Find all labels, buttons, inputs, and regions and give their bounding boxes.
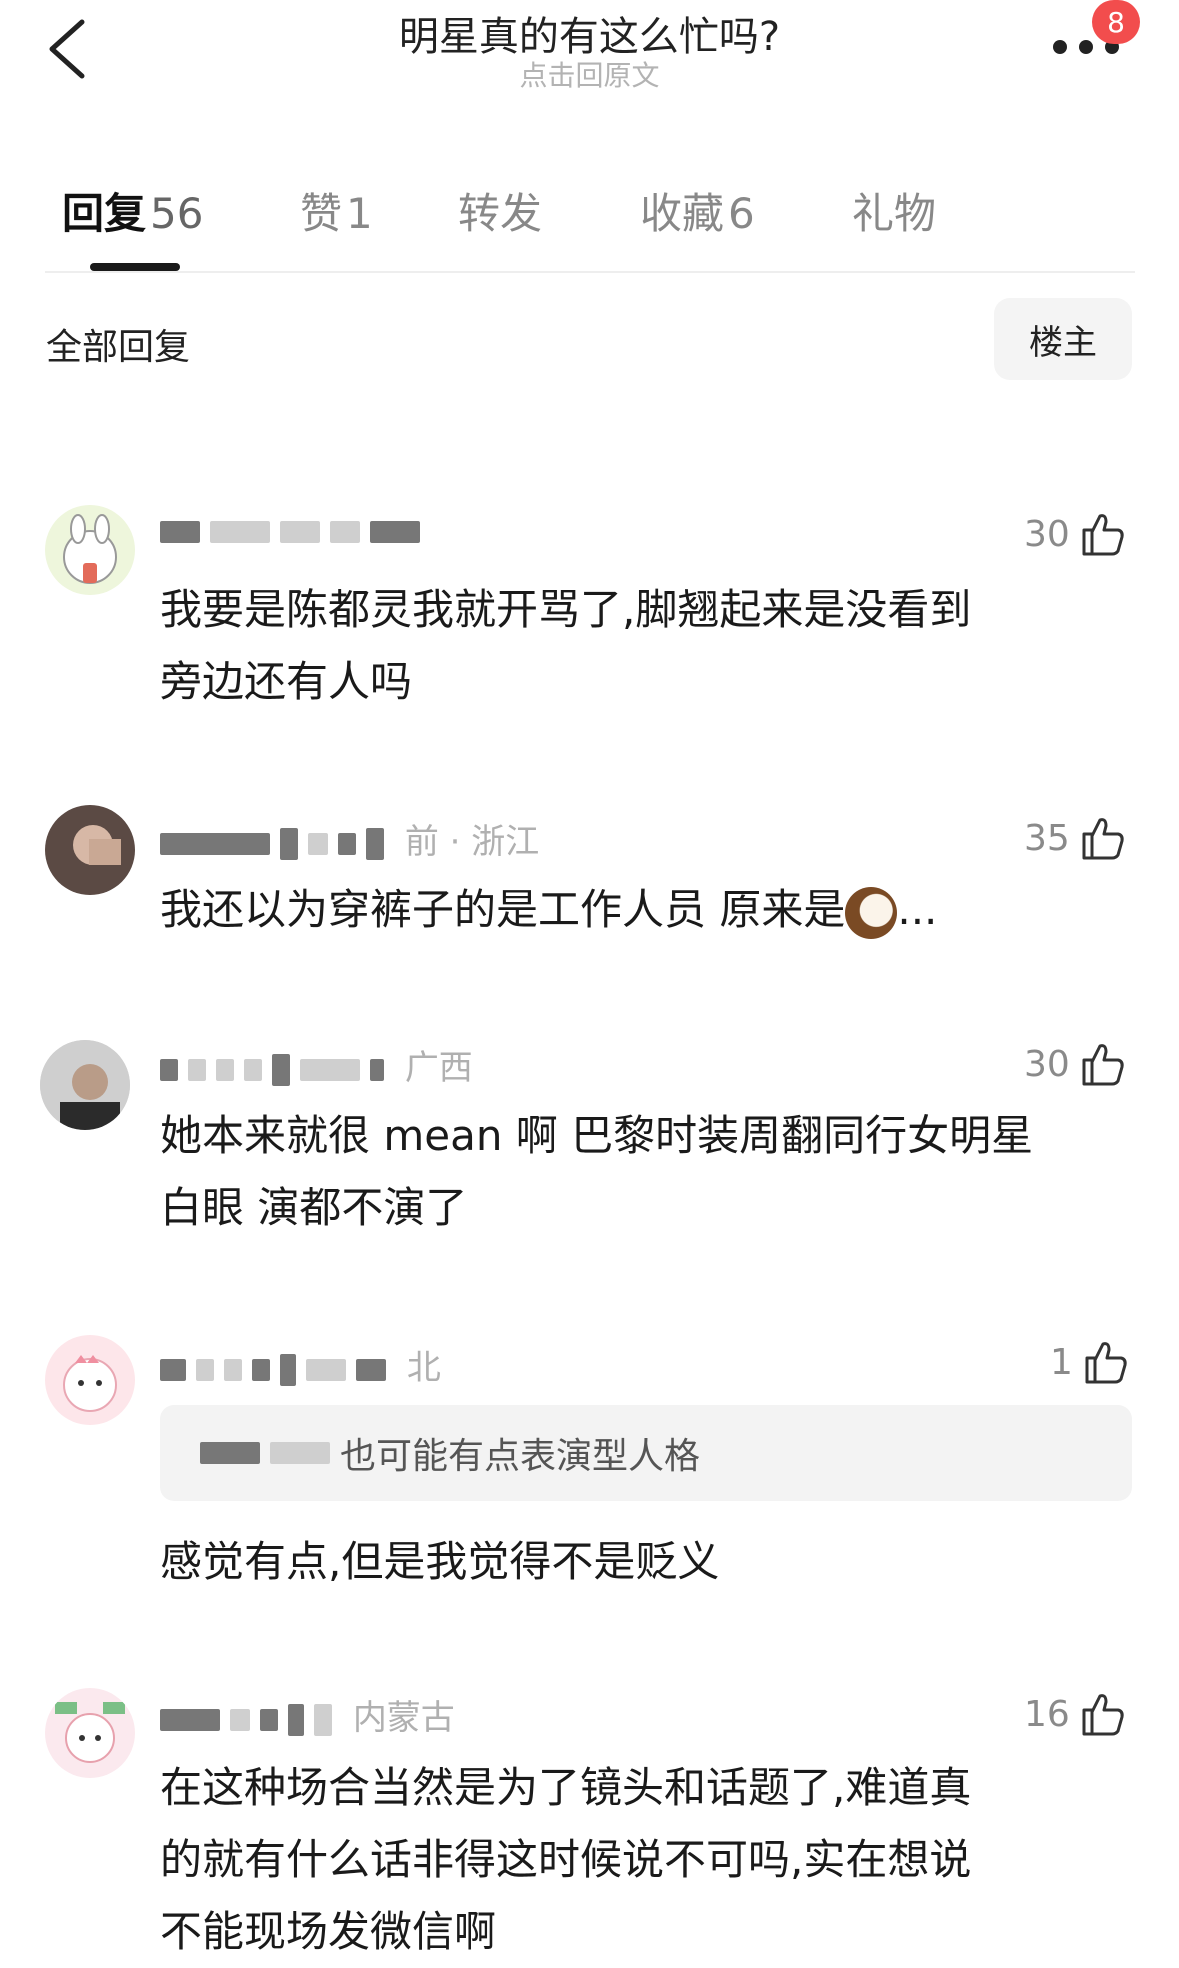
like-control[interactable]: 16: [1024, 1690, 1126, 1738]
active-tab-indicator: [90, 263, 180, 271]
like-control[interactable]: 1: [1050, 1338, 1129, 1386]
filter-label: 全部回复: [46, 327, 191, 368]
tab-favorites[interactable]: 收藏6: [640, 180, 755, 241]
comment-meta: 北: [406, 1348, 441, 1388]
comment-meta: 广西: [404, 1048, 473, 1088]
avatar[interactable]: [40, 1040, 130, 1130]
tab-replies[interactable]: 回复56: [62, 180, 203, 241]
comment-meta: 前 · 浙江: [404, 822, 540, 862]
thumbs-up-icon: [1085, 1342, 1127, 1384]
thumbs-up-icon: [1082, 514, 1124, 556]
comment-text: 在这种场合当然是为了镜头和话题了,难道真 的就有什么话非得这时候说不可吗,实在想…: [160, 1763, 972, 1956]
comment-text: 她本来就很 mean 啊 巴黎时装周翻同行女明星 白眼 演都不演了: [160, 1111, 1034, 1232]
comment-username[interactable]: 前 · 浙江: [160, 814, 539, 863]
op-filter-button[interactable]: 楼主: [994, 298, 1132, 380]
avatar[interactable]: [45, 505, 135, 595]
avatar[interactable]: [45, 1335, 135, 1425]
like-count: 30: [1024, 513, 1070, 555]
comment-text: 感觉有点,但是我觉得不是贬义: [160, 1537, 720, 1586]
quoted-reply[interactable]: 也可能有点表演型人格: [160, 1405, 1132, 1501]
comment-username[interactable]: 内蒙古: [160, 1690, 455, 1739]
avatar[interactable]: [45, 1688, 135, 1778]
thumbs-up-icon: [1082, 1044, 1124, 1086]
tabs-divider: [45, 271, 1135, 273]
tab-likes[interactable]: 赞1: [300, 180, 373, 241]
notification-badge: 8: [1092, 0, 1140, 44]
like-count: 30: [1024, 1043, 1070, 1085]
like-control[interactable]: 35: [1024, 814, 1126, 862]
quoted-text: 也可能有点表演型人格: [340, 1436, 701, 1477]
comment-text: 我要是陈都灵我就开骂了,脚翘起来是没看到 旁边还有人吗: [160, 585, 972, 706]
comment-username[interactable]: [160, 510, 430, 550]
coconut-emoji-icon: [845, 886, 898, 939]
view-original-link[interactable]: 点击回原文: [0, 54, 1179, 94]
tab-reposts[interactable]: 转发: [458, 180, 542, 241]
thumbs-up-icon: [1082, 818, 1124, 860]
comment-username[interactable]: 广西: [160, 1040, 473, 1089]
like-control[interactable]: 30: [1024, 510, 1126, 558]
like-count: 16: [1024, 1693, 1070, 1735]
like-control[interactable]: 30: [1024, 1040, 1126, 1088]
comment-meta: 内蒙古: [352, 1698, 455, 1738]
comment-text: 我还以为穿裤子的是工作人员 原来是...: [160, 874, 1120, 946]
thumbs-up-icon: [1082, 1694, 1124, 1736]
avatar[interactable]: [45, 805, 135, 895]
comment-username[interactable]: 北: [160, 1340, 441, 1389]
like-count: 35: [1024, 817, 1070, 859]
like-count: 1: [1050, 1341, 1073, 1383]
tab-gifts[interactable]: 礼物: [852, 180, 936, 241]
